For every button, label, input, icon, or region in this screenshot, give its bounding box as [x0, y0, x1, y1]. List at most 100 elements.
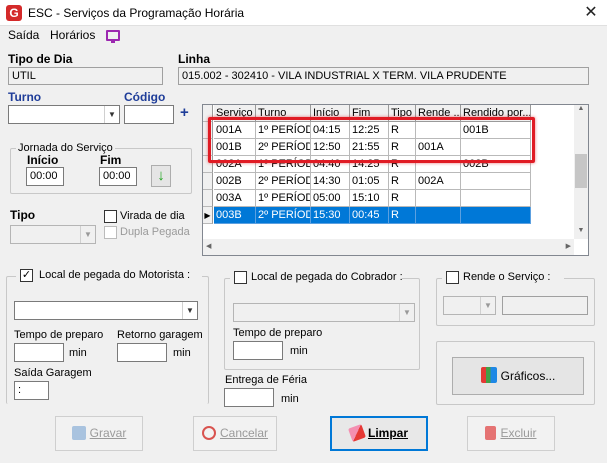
limpar-label: Limpar	[367, 426, 408, 440]
entrega-feria-unit: min	[281, 393, 299, 405]
highlight-annotation	[208, 117, 535, 163]
scroll-up-icon[interactable]: ▲	[574, 105, 588, 112]
grid-cell[interactable]: 2º PERÍOD	[256, 207, 311, 224]
menu-item-horarios[interactable]: Horários	[50, 28, 95, 42]
cobrador-tempo-preparo-input[interactable]	[233, 341, 283, 360]
cancelar-button[interactable]: Cancelar	[193, 416, 277, 451]
chevron-down-icon: ▼	[182, 302, 197, 319]
cobrador-tempo-preparo-unit: min	[290, 345, 308, 357]
row-indicator[interactable]: ▶	[203, 207, 213, 224]
jornada-fim-label: Fim	[100, 153, 122, 167]
grid-cell[interactable]: 002A	[416, 173, 461, 190]
grid-cell[interactable]	[461, 207, 531, 224]
gravar-label: Gravar	[89, 426, 127, 440]
grid-cell[interactable]: R	[389, 173, 416, 190]
grid-cell[interactable]	[461, 190, 531, 207]
retorno-garagem-unit: min	[173, 347, 191, 359]
grid-cell[interactable]	[416, 190, 461, 207]
add-icon[interactable]: +	[180, 104, 189, 121]
apply-jornada-button[interactable]: ↓	[151, 165, 171, 187]
cancel-icon	[201, 426, 216, 440]
excluir-label: Excluir	[500, 426, 537, 440]
jornada-fim-input[interactable]: 00:00	[99, 167, 137, 186]
tipo-select[interactable]: ▼	[10, 225, 96, 244]
pegada-motorista-checkbox[interactable]: ✓	[20, 269, 33, 282]
window-title: ESC - Serviços da Programação Horária	[28, 6, 245, 20]
grid-cell[interactable]: 003A	[214, 190, 256, 207]
grid-cell[interactable]: 15:10	[350, 190, 389, 207]
virada-dia-label: Virada de dia	[120, 210, 185, 222]
grid-cell[interactable]: 15:30	[311, 207, 350, 224]
monitor-icon[interactable]	[106, 30, 120, 43]
saida-garagem-label: Saída Garagem	[14, 367, 92, 379]
codigo-label: Código	[124, 90, 166, 104]
chevron-down-icon: ▼	[80, 226, 95, 243]
tipo-label: Tipo	[10, 208, 36, 222]
grid-cell[interactable]: 2º PERÍOD	[256, 173, 311, 190]
scroll-left-icon[interactable]: ◀	[206, 242, 211, 250]
eraser-icon	[348, 424, 366, 442]
pegada-cobrador-checkbox[interactable]	[234, 271, 247, 284]
rende-servico-label: Rende o Serviço :	[463, 271, 551, 283]
excluir-button[interactable]: Excluir	[467, 416, 555, 451]
rende-servico-checkbox[interactable]	[446, 271, 459, 284]
grid-cell[interactable]: 00:45	[350, 207, 389, 224]
table-row[interactable]: ▶ 003B 2º PERÍOD 15:30 00:45 R	[203, 207, 575, 224]
grid-cell[interactable]	[461, 173, 531, 190]
grid-vertical-scroll-thumb[interactable]	[575, 154, 587, 188]
grid-cell[interactable]: 002B	[214, 173, 256, 190]
dupla-pegada-label: Dupla Pegada	[120, 226, 190, 238]
grid-cell[interactable]: R	[389, 207, 416, 224]
limpar-button[interactable]: Limpar	[330, 416, 428, 451]
pegada-cobrador-select[interactable]: ▼	[233, 303, 415, 322]
pegada-motorista-select[interactable]: ▼	[14, 301, 198, 320]
row-indicator[interactable]	[203, 190, 213, 207]
grid-cell[interactable]: 1º PERÍOD	[256, 190, 311, 207]
grid-cell[interactable]: 14:30	[311, 173, 350, 190]
virada-dia-checkbox[interactable]	[104, 210, 117, 223]
grid-cell[interactable]: 003B	[214, 207, 256, 224]
jornada-inicio-label: Início	[27, 153, 59, 167]
gravar-button[interactable]: Gravar	[55, 416, 143, 451]
graficos-button[interactable]: Gráficos...	[452, 357, 584, 395]
motorista-tempo-preparo-label: Tempo de preparo	[14, 329, 104, 341]
pegada-cobrador-label: Local de pegada do Cobrador :	[251, 271, 403, 283]
retorno-garagem-input[interactable]	[117, 343, 167, 362]
chevron-down-icon: ▼	[104, 106, 119, 123]
table-row[interactable]: 002B 2º PERÍOD 14:30 01:05 R 002A	[203, 173, 575, 190]
jornada-inicio-input[interactable]: 00:00	[26, 167, 64, 186]
menu-item-saida[interactable]: Saída	[8, 28, 39, 42]
linha-label: Linha	[178, 52, 210, 66]
turno-label: Turno	[8, 90, 42, 104]
chevron-down-icon: ▼	[399, 304, 414, 321]
tipo-dia-label: Tipo de Dia	[8, 52, 73, 66]
chart-icon	[480, 367, 497, 383]
cancelar-label: Cancelar	[219, 426, 269, 440]
motorista-tempo-preparo-input[interactable]	[14, 343, 64, 362]
grid-horizontal-scrollbar[interactable]: ◀ ▶	[203, 239, 574, 255]
saida-garagem-input[interactable]: :	[14, 381, 49, 400]
table-row[interactable]: 003A 1º PERÍOD 05:00 15:10 R	[203, 190, 575, 207]
entrega-feria-input[interactable]	[224, 388, 274, 407]
grid-cell[interactable]: 01:05	[350, 173, 389, 190]
tipo-dia-field: UTIL	[8, 67, 163, 85]
row-indicator[interactable]	[203, 173, 213, 190]
turno-select[interactable]: ▼	[8, 105, 120, 124]
grid-cell[interactable]: R	[389, 190, 416, 207]
grid-cell[interactable]	[416, 207, 461, 224]
retorno-garagem-label: Retorno garagem	[117, 329, 203, 341]
close-icon[interactable]: ✕	[578, 2, 604, 24]
rende-servico-select[interactable]: ▼	[443, 296, 496, 315]
cobrador-tempo-preparo-label: Tempo de preparo	[233, 327, 323, 339]
scroll-down-icon[interactable]: ▼	[574, 227, 588, 234]
graficos-label: Gráficos...	[500, 369, 556, 383]
arrow-down-icon: ↓	[157, 167, 165, 184]
motorista-tempo-preparo-unit: min	[69, 347, 87, 359]
grid-cell[interactable]: 05:00	[311, 190, 350, 207]
scroll-right-icon[interactable]: ▶	[566, 242, 571, 250]
app-logo-icon: G	[6, 5, 22, 21]
dupla-pegada-checkbox[interactable]	[104, 226, 117, 239]
linha-field: 015.002 - 302410 - VILA INDUSTRIAL X TER…	[178, 67, 589, 85]
codigo-input[interactable]	[124, 105, 174, 124]
pegada-motorista-label: Local de pegada do Motorista :	[39, 269, 191, 281]
